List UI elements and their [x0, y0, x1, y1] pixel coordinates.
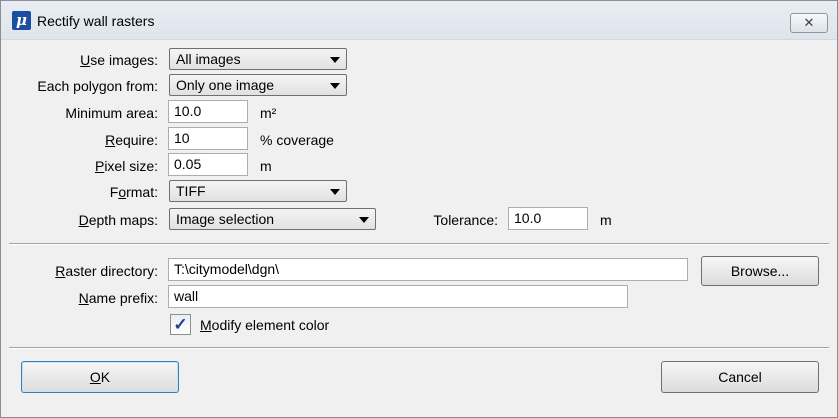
chevron-down-icon	[330, 57, 340, 63]
format-label: Format:	[109, 184, 158, 200]
minimum-area-label: Minimum area:	[65, 105, 158, 121]
cancel-button[interactable]: Cancel	[661, 361, 819, 393]
app-icon: μ	[12, 11, 31, 30]
title-bar[interactable]: μ Rectify wall rasters ✕	[1, 1, 837, 40]
separator	[9, 347, 829, 349]
minimum-area-input[interactable]: 10.0	[168, 100, 248, 123]
separator	[9, 243, 829, 245]
depth-maps-value: Image selection	[176, 211, 275, 227]
chevron-down-icon	[359, 217, 369, 223]
browse-button[interactable]: Browse...	[701, 256, 819, 286]
pixel-size-label: Pixel size:	[94, 158, 158, 174]
depth-maps-dropdown[interactable]: Image selection	[169, 208, 376, 230]
ok-button[interactable]: OK	[21, 361, 179, 393]
dialog-window: μ Rectify wall rasters ✕ Use images: All…	[0, 0, 838, 418]
tolerance-input[interactable]: 10.0	[508, 207, 588, 230]
each-polygon-value: Only one image	[176, 77, 275, 93]
use-images-value: All images	[176, 51, 241, 67]
use-images-dropdown[interactable]: All images	[169, 48, 347, 70]
close-icon: ✕	[803, 15, 815, 30]
each-polygon-label: Each polygon from:	[37, 78, 158, 94]
modify-color-label[interactable]: Modify element color	[200, 317, 329, 333]
pixel-size-unit: m	[260, 158, 272, 174]
chevron-down-icon	[330, 189, 340, 195]
use-images-label: Use images:	[80, 52, 158, 68]
checkmark-icon: ✓	[173, 315, 188, 334]
name-prefix-label: Name prefix:	[78, 290, 158, 306]
raster-directory-label: Raster directory:	[55, 263, 158, 279]
format-dropdown[interactable]: TIFF	[169, 180, 347, 202]
chevron-down-icon	[330, 83, 340, 89]
pixel-size-input[interactable]: 0.05	[168, 153, 248, 176]
depth-maps-label: Depth maps:	[78, 212, 158, 228]
tolerance-unit: m	[600, 212, 612, 228]
require-input[interactable]: 10	[168, 127, 248, 150]
name-prefix-input[interactable]: wall	[168, 285, 628, 308]
minimum-area-unit: m²	[260, 105, 277, 121]
tolerance-label: Tolerance:	[433, 212, 498, 228]
require-label: Require:	[105, 132, 158, 148]
modify-color-checkbox[interactable]: ✓	[170, 314, 191, 335]
format-value: TIFF	[176, 183, 206, 199]
each-polygon-dropdown[interactable]: Only one image	[169, 74, 347, 96]
window-title: Rectify wall rasters	[37, 13, 155, 29]
close-button[interactable]: ✕	[790, 13, 828, 33]
raster-directory-input[interactable]: T:\citymodel\dgn\	[168, 258, 688, 281]
require-unit: % coverage	[260, 132, 334, 148]
